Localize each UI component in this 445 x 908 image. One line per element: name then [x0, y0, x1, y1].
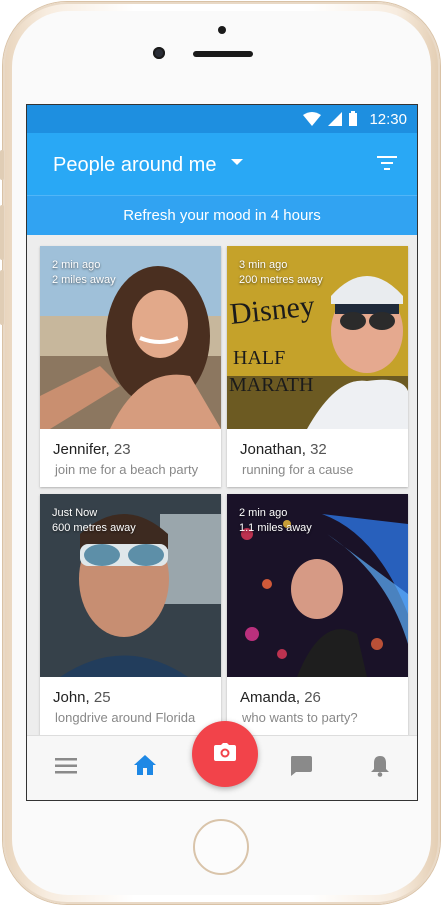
home-button[interactable] — [193, 819, 249, 875]
person-age: 23 — [113, 441, 131, 458]
card-distance: 600 metres away — [52, 522, 136, 534]
person-tagline: running for a cause — [242, 462, 354, 477]
app-bar: People around me — [27, 133, 417, 195]
menu-icon[interactable] — [55, 758, 77, 774]
card-name: Jonathan, 32 — [240, 441, 327, 458]
status-time: 12:30 — [369, 111, 407, 128]
profile-photo: Just Now 600 metres away — [40, 494, 221, 677]
volume-up-button — [0, 205, 4, 260]
battery-icon — [349, 111, 357, 126]
person-tagline: join me for a beach party — [55, 462, 199, 477]
profile-photo: 2 min ago 1.1 miles away — [227, 494, 408, 677]
card-time: 3 min ago — [239, 259, 288, 271]
person-tagline: longdrive around Florida — [55, 710, 196, 725]
chat-icon[interactable] — [290, 756, 312, 776]
person-card-john[interactable]: Just Now 600 metres away John, 25 longdr… — [40, 494, 221, 735]
person-card-jennifer[interactable]: 2 min ago 2 miles away Jennifer, 23 join… — [40, 246, 221, 487]
person-age: 25 — [93, 689, 111, 706]
status-icons — [303, 111, 357, 126]
mute-switch — [0, 150, 4, 180]
card-distance: 200 metres away — [239, 274, 323, 286]
card-time: 2 min ago — [239, 507, 288, 519]
svg-text:MARATH: MARATH — [229, 374, 313, 396]
proximity-sensor — [218, 26, 226, 34]
earpiece-speaker — [193, 51, 253, 57]
page-title[interactable]: People around me — [53, 154, 216, 177]
svg-text:HALF: HALF — [233, 347, 285, 369]
card-time: 2 min ago — [52, 259, 101, 271]
card-meta: Just Now 600 metres away — [52, 506, 136, 536]
home-icon[interactable] — [134, 755, 156, 775]
person-name: Jonathan, — [240, 441, 306, 458]
person-card-amanda[interactable]: 2 min ago 1.1 miles away Amanda, 26 who … — [227, 494, 408, 735]
person-name: Amanda, — [240, 689, 301, 706]
person-card-jonathan[interactable]: Disney HALF MARATH 3 min ago 200 metres … — [227, 246, 408, 487]
volume-down-button — [0, 270, 4, 325]
app-screen: 12:30 People around me Refresh your mood… — [26, 104, 418, 801]
card-name: John, 25 — [53, 689, 111, 706]
wifi-icon — [303, 111, 321, 126]
card-meta: 3 min ago 200 metres away — [239, 258, 323, 288]
mood-refresh-banner: Refresh your mood in 4 hours — [27, 195, 417, 235]
filter-icon[interactable] — [377, 156, 397, 170]
camera-icon — [214, 743, 236, 761]
card-distance: 1.1 miles away — [239, 522, 312, 534]
camera-button[interactable] — [192, 721, 258, 787]
person-tagline: who wants to party? — [242, 710, 358, 725]
card-distance: 2 miles away — [52, 274, 116, 286]
person-age: 26 — [304, 689, 321, 706]
bell-icon[interactable] — [370, 755, 390, 777]
chevron-down-icon[interactable] — [231, 159, 243, 165]
status-bar: 12:30 — [27, 105, 417, 133]
card-time: Just Now — [52, 507, 98, 519]
card-name: Amanda, 26 — [240, 689, 321, 706]
profile-photo: 2 min ago 2 miles away — [40, 246, 221, 429]
profile-photo: Disney HALF MARATH 3 min ago 200 metres … — [227, 246, 408, 429]
card-meta: 2 min ago 1.1 miles away — [239, 506, 312, 536]
person-age: 32 — [310, 441, 327, 458]
card-name: Jennifer, 23 — [53, 441, 131, 458]
signal-icon — [328, 111, 342, 126]
front-camera — [153, 47, 165, 59]
card-meta: 2 min ago 2 miles away — [52, 258, 116, 288]
person-name: John, — [53, 689, 90, 706]
person-name: Jennifer, — [53, 441, 110, 458]
